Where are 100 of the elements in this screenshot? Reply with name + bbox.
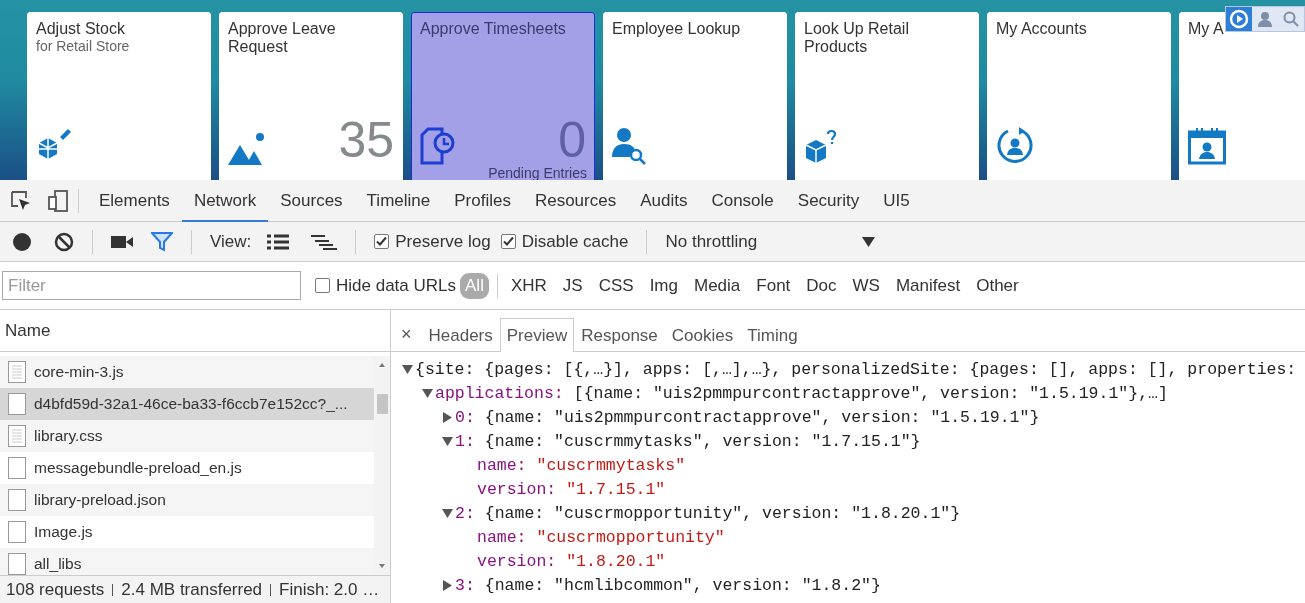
request-row[interactable]: all_libs <box>0 548 374 575</box>
request-row[interactable]: core-min-3.js <box>0 356 374 388</box>
waterfall-view-icon[interactable] <box>311 233 338 250</box>
status-text: Finish: 2.0 … <box>279 579 380 600</box>
json-line: 1: {name: "cuscrmmytasks", version: "1.7.15.1"} <box>455 431 921 451</box>
throttling-select[interactable]: No throttling <box>665 231 876 252</box>
expanded-triangle-icon[interactable] <box>401 363 413 375</box>
tile-title: Adjust Stock <box>36 20 126 38</box>
panel-tab[interactable]: Sources <box>268 179 355 222</box>
camera-icon[interactable] <box>111 233 133 250</box>
panel-tab[interactable]: Console <box>699 179 786 222</box>
json-line: applications: [{name: "uis2pmmpurcontractapprove", version: "1.5.19.1"},…] <box>435 383 1168 403</box>
request-row[interactable]: library.css <box>0 420 374 452</box>
panel-tab[interactable]: Profiles <box>442 179 523 222</box>
filter-field[interactable]: Filter <box>2 271 301 300</box>
tile-footer: Pending Entries <box>488 165 587 180</box>
type-filter[interactable]: Doc <box>801 272 842 299</box>
json-line: {site: {pages: [{,…}], apps: [,…],…}, personalizedSite: {pages: [], apps: [], properties: <box>415 359 1297 379</box>
dropdown-triangle-icon <box>862 236 876 247</box>
checkbox-option[interactable]: Preserve log <box>374 231 491 252</box>
panel-tab[interactable]: Resources <box>522 179 629 222</box>
request-row[interactable]: d4bfd59d-32a1-46ce-ba33-f6ccb7e152cc?_... <box>0 388 374 420</box>
detail-tab[interactable]: Cookies <box>664 318 741 352</box>
record-icon[interactable] <box>12 231 32 252</box>
document-clock-icon <box>420 127 456 165</box>
app-tile[interactable]: Employee Lookup <box>603 12 787 180</box>
list-view-icon[interactable] <box>267 233 290 250</box>
collapsed-triangle-icon[interactable] <box>441 579 453 591</box>
filter-icon[interactable] <box>151 231 173 252</box>
json-line: 3: {name: "hcmlibcommon", version: "1.8.2"} <box>455 575 881 595</box>
checkbox[interactable] <box>374 234 390 249</box>
file-icon <box>8 521 26 543</box>
type-filter[interactable]: XHR <box>505 272 552 299</box>
json-property: version: "1.8.20.1" <box>477 551 666 571</box>
type-filter[interactable]: Img <box>644 272 683 299</box>
tile-title: Look Up Retail Products <box>804 20 910 56</box>
text-file-icon <box>8 425 26 447</box>
checkbox-option[interactable]: Disable cache <box>500 231 629 252</box>
checkbox[interactable] <box>500 234 516 249</box>
clear-icon[interactable] <box>54 231 74 252</box>
status-text: 2.4 MB transferred <box>121 579 263 600</box>
close-button[interactable]: × <box>399 317 422 351</box>
tile-count: 0 <box>558 115 586 165</box>
scrollbar[interactable] <box>374 356 390 575</box>
type-filter[interactable]: JS <box>557 272 588 299</box>
inspect-icon[interactable] <box>10 189 32 212</box>
request-row[interactable]: library-preload.json <box>0 484 374 516</box>
file-icon <box>8 457 26 479</box>
file-icon <box>8 393 26 415</box>
checkbox[interactable] <box>315 278 330 293</box>
play-circle-icon <box>1229 9 1249 29</box>
view-label: View: <box>210 231 252 252</box>
type-filter[interactable]: WS <box>847 272 885 299</box>
panel-tab[interactable]: UI5 <box>871 179 922 222</box>
tile-count: 35 <box>338 115 394 165</box>
detail-tab[interactable]: Timing <box>740 318 805 352</box>
app-tile[interactable]: My A <box>1179 12 1305 180</box>
type-filter[interactable]: Font <box>751 272 796 299</box>
app-tile[interactable]: My Accounts <box>987 12 1171 180</box>
expanded-triangle-icon[interactable] <box>441 435 453 447</box>
json-line: 2: {name: "cuscrmopportunity", version: "1.8.20.1"} <box>455 503 961 523</box>
mountains-icon <box>228 133 266 165</box>
tile-title: My A <box>1188 20 1225 38</box>
user-icon <box>1257 11 1273 27</box>
file-icon <box>8 489 26 511</box>
expanded-triangle-icon[interactable] <box>441 507 453 519</box>
play-button[interactable] <box>1226 7 1252 31</box>
calendar-person-icon <box>1188 127 1226 165</box>
type-filter[interactable]: Manifest <box>890 272 966 299</box>
collapsed-triangle-icon[interactable] <box>441 411 453 423</box>
app-tile[interactable]: Adjust Stock for Retail Store <box>27 12 211 180</box>
detail-tab[interactable]: Headers <box>421 318 500 352</box>
type-filter[interactable]: Other <box>971 272 1024 299</box>
scroll-thumb[interactable] <box>377 394 388 414</box>
type-filter[interactable]: CSS <box>593 272 639 299</box>
json-property: name: "cuscrmopportunity" <box>477 527 725 547</box>
expanded-triangle-icon[interactable] <box>421 387 433 399</box>
tile-title: My Accounts <box>996 20 1088 38</box>
type-filter[interactable]: Media <box>689 272 746 299</box>
app-tile[interactable]: Approve Leave Request 35 <box>219 12 403 180</box>
column-header[interactable]: Name <box>0 310 390 352</box>
json-property: version: "1.7.15.1" <box>477 479 666 499</box>
person-refresh-icon <box>996 127 1034 165</box>
json-line: 0: {name: "uis2pmmpurcontractapprove", version: "1.5.19.1"} <box>455 407 1040 427</box>
tile-subtitle: for Retail Store <box>36 38 131 55</box>
device-mode-icon[interactable] <box>46 188 70 213</box>
app-tile[interactable]: Look Up Retail Products <box>795 12 979 180</box>
panel-tab[interactable]: Elements <box>87 179 182 222</box>
app-tile[interactable]: Approve Timesheets 0 Pending Entries <box>411 12 595 180</box>
tile-title: Employee Lookup <box>612 20 742 38</box>
tile-title: Approve Timesheets <box>420 20 567 38</box>
detail-tab[interactable]: Response <box>574 318 665 352</box>
text-file-icon <box>8 361 26 383</box>
panel-tab[interactable]: Timeline <box>354 179 443 222</box>
panel-tab[interactable]: Security <box>785 179 872 222</box>
hide-data-urls-option[interactable]: Hide data URLs <box>315 275 456 296</box>
person-search-icon <box>612 127 646 165</box>
status-text: 108 requests <box>6 579 105 600</box>
panel-tab[interactable]: Audits <box>628 179 700 222</box>
detail-tab[interactable]: Preview <box>499 318 575 352</box>
